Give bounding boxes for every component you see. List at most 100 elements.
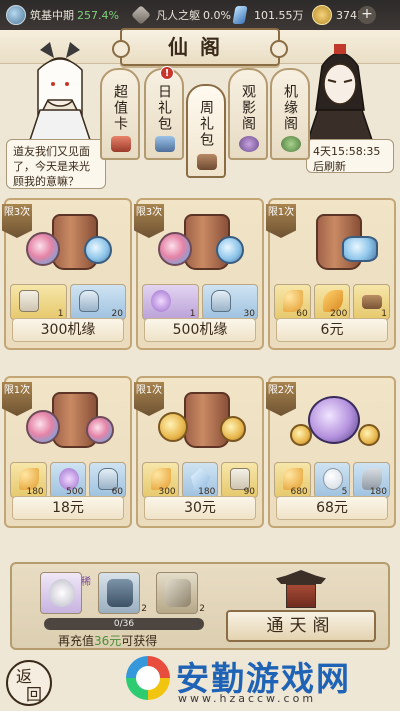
item-slot[interactable]: 1 — [10, 284, 67, 320]
rare-badge: 稀 — [81, 577, 91, 588]
reward-slot[interactable]: 稀 — [40, 572, 91, 614]
item-row: 180 500 60 — [10, 462, 127, 498]
table-icon — [362, 295, 383, 309]
left-character-portrait — [10, 40, 110, 141]
item-slot[interactable]: 1 — [353, 284, 391, 320]
realm-orb-icon — [6, 5, 26, 25]
item-slot[interactable]: 200 — [313, 284, 351, 320]
left-speech-bubble: 道友我们又见面了，今天是来光顾我的意嘛？ — [6, 139, 106, 189]
gold-orb-icon — [220, 416, 246, 442]
item-row: 680 5 180 — [274, 462, 391, 498]
back-label-1: 返 — [16, 667, 33, 686]
page-title: 仙阁 — [112, 28, 288, 66]
buy-button[interactable]: 30元 — [144, 496, 256, 520]
silver-disc-icon — [49, 579, 75, 607]
blue-ring-icon — [84, 236, 112, 264]
brown-box-icon — [197, 154, 217, 170]
item-slot[interactable]: 60 — [274, 284, 311, 320]
item-row: 1 20 — [10, 284, 126, 320]
gold-stat[interactable]: 3741 — [312, 0, 364, 30]
item-slot[interactable]: 180 — [353, 462, 391, 498]
tongtian-pavilion-button[interactable]: 通天阁 — [226, 610, 376, 642]
reward-slot[interactable]: 2 — [98, 572, 147, 614]
top-status-bar: 筑基中期 257.4% 凡人之躯 0.0% 101.55万 3741 + — [0, 0, 400, 30]
item-row: 300 180 90 — [142, 462, 259, 498]
bottle-icon — [78, 290, 99, 312]
realm-stat[interactable]: 筑基中期 257.4% — [6, 0, 119, 30]
item-slot[interactable]: 500 — [49, 462, 87, 498]
buy-button[interactable]: 500机缘 — [144, 318, 256, 342]
recharge-note: 再充值36元可获得 — [58, 632, 157, 649]
blue-ring-icon — [216, 236, 244, 264]
gold-egg-icon — [358, 424, 380, 446]
tab-label: 观影阁 — [240, 84, 256, 132]
realm-percent: 257.4% — [77, 8, 119, 22]
tab-viewing-pavilion[interactable]: 观影阁 — [228, 68, 268, 160]
item-slot[interactable]: 180 — [10, 462, 47, 498]
pink-orb-icon — [26, 232, 60, 266]
recharge-progress-bar: 0/36 — [44, 618, 204, 630]
realm-label: 筑基中期 — [30, 9, 74, 22]
tab-label: 日礼包 — [156, 84, 172, 132]
watermark-logo-icon — [126, 656, 170, 706]
pack-card-3[interactable]: 限1次 60 200 1 6元 — [266, 198, 396, 350]
pack-card-1[interactable]: 限3次 1 20 300机缘 — [2, 198, 132, 350]
spirit-stone-value: 101.55万 — [254, 9, 304, 22]
add-gold-button[interactable]: + — [358, 6, 376, 24]
tab-value-card[interactable]: 超值卡 — [100, 68, 140, 160]
mortal-percent: 0.0% — [203, 8, 231, 22]
pack-card-2[interactable]: 限3次 1 30 500机缘 — [134, 198, 264, 350]
pack-card-4[interactable]: 限1次 180 500 60 18元 — [2, 376, 132, 528]
item-slot[interactable]: 180 — [181, 462, 219, 498]
tab-label: 超值卡 — [112, 84, 128, 132]
back-label-2: 回 — [26, 685, 43, 704]
progress-text: 0/36 — [113, 619, 135, 629]
mortal-stat[interactable]: 凡人之躯 0.0% — [131, 0, 231, 30]
recharge-amount: 36元 — [94, 634, 122, 648]
buy-button[interactable]: 18元 — [12, 496, 124, 520]
item-slot[interactable]: 1 — [142, 284, 199, 320]
tab-daily-pack[interactable]: 日礼包 — [144, 68, 184, 160]
item-slot[interactable]: 5 — [313, 462, 351, 498]
pavilion-roof — [276, 570, 326, 584]
tab-label: 机缘阁 — [282, 84, 298, 132]
watermark-url: www.hzaccw.com — [178, 692, 317, 705]
tab-weekly-pack[interactable]: 周礼包 — [186, 84, 226, 178]
bottle-icon — [210, 290, 231, 312]
mortal-label: 凡人之躯 — [156, 9, 200, 22]
green-orb-icon — [281, 136, 301, 152]
item-slot[interactable]: 30 — [201, 284, 258, 320]
red-box-icon — [111, 136, 131, 152]
pack-card-5[interactable]: 限1次 300 180 90 30元 — [134, 376, 264, 528]
spirit-stone-stat[interactable]: 101.55万 — [232, 0, 304, 30]
refresh-timer-bubble: 4天15:58:35后刷新 — [306, 139, 394, 173]
pack-card-6[interactable]: 限2次 680 5 180 68元 — [266, 376, 396, 528]
pink-ring-icon — [86, 416, 114, 444]
item-slot[interactable]: 20 — [69, 284, 126, 320]
buy-button[interactable]: 68元 — [276, 496, 388, 520]
logo-ring-inner — [136, 666, 160, 690]
reward-count: 2 — [141, 604, 147, 614]
item-slot[interactable]: 680 — [274, 462, 311, 498]
recharge-prefix: 再充值 — [58, 634, 95, 648]
item-slot[interactable]: 90 — [221, 462, 259, 498]
item-slot[interactable]: 300 — [142, 462, 179, 498]
purple-bag-icon — [308, 396, 360, 444]
tab-fortune-pavilion[interactable]: 机缘阁 — [270, 68, 310, 160]
gold-coin-icon — [312, 5, 332, 25]
item-slot[interactable]: 60 — [89, 462, 127, 498]
back-button[interactable]: 返 回 — [6, 660, 52, 706]
reward-slot[interactable]: 2 — [156, 572, 205, 614]
recharge-reward-panel: 稀 2 2 0/36 再充值36元可获得 通天阁 — [10, 562, 390, 650]
notification-badge: ! — [160, 66, 174, 80]
buy-button[interactable]: 6元 — [276, 318, 388, 342]
crystal-shard-icon — [342, 236, 378, 262]
buy-button[interactable]: 300机缘 — [12, 318, 124, 342]
gold-ring-icon — [158, 412, 188, 442]
flower-icon — [151, 290, 171, 312]
pavilion-icon — [276, 566, 326, 610]
mortal-body-icon — [131, 5, 151, 25]
talisman-icon — [107, 579, 133, 607]
pink-orb-icon — [26, 410, 60, 444]
gold-egg-icon — [290, 424, 312, 446]
